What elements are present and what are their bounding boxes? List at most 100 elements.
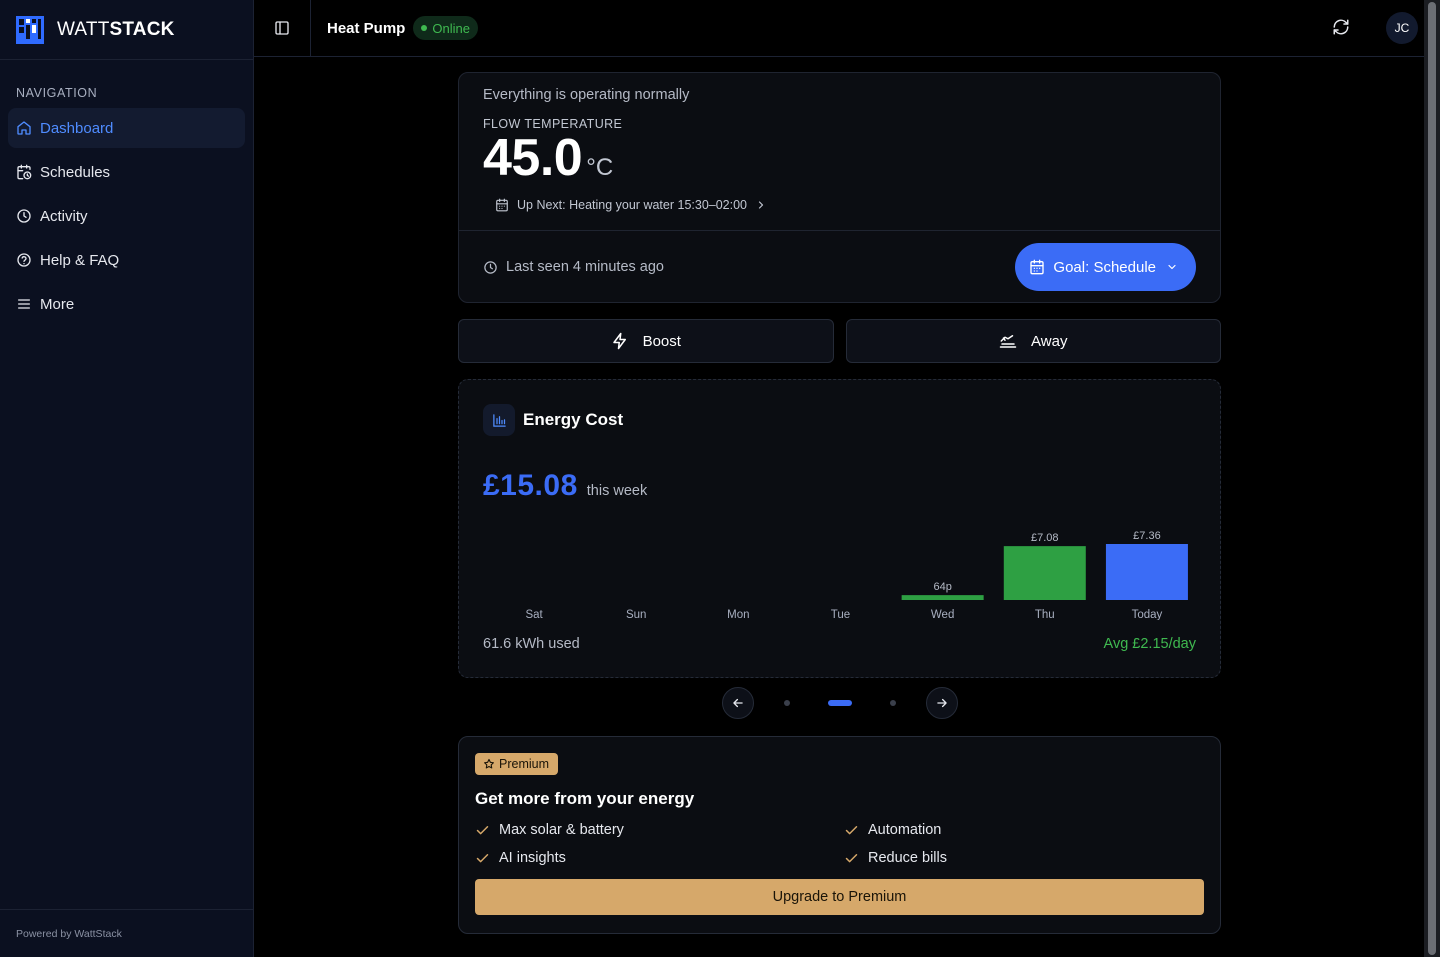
weekly-cost-period: this week (586, 483, 648, 499)
calendar-clock-icon (16, 164, 32, 180)
data-label-today: £7.36 (1133, 530, 1161, 542)
feature-item: Reduce bills (844, 849, 1204, 867)
sidebar-item-label: Help & FAQ (40, 251, 120, 269)
premium-badge-label: Premium (499, 757, 550, 771)
up-next-link[interactable]: Up Next: Heating your water 15:30–02:00 (495, 198, 1196, 212)
feature-label: Automation (868, 822, 942, 838)
feature-label: Reduce bills (868, 850, 947, 866)
premium-badge: Premium (475, 753, 559, 775)
sidebar-item-more[interactable]: More (8, 284, 245, 324)
energy-used: 61.6 kWh used (483, 636, 580, 652)
sidebar-item-help[interactable]: Help & FAQ (8, 240, 245, 280)
premium-features: Max solar & battery Automation AI insigh… (475, 821, 1204, 867)
bar-chart-icon (483, 404, 515, 436)
status-dot-icon (421, 25, 428, 31)
weekly-cost-value: £15.08 (483, 469, 578, 502)
panel-left-icon (275, 21, 289, 35)
feature-item: AI insights (475, 849, 844, 867)
goal-dropdown-button[interactable]: Goal: Schedule (1015, 243, 1196, 291)
feature-label: Max solar & battery (499, 822, 624, 838)
topbar: Heat Pump Online JC (254, 0, 1440, 57)
app: WATTSTACK NAVIGATION Dashboard Schedules (0, 0, 1440, 957)
pager-dots (783, 700, 896, 706)
boost-button[interactable]: Boost (458, 319, 834, 363)
next-card-button[interactable] (925, 687, 958, 719)
tick-label-sun: Sun (626, 609, 646, 620)
away-button[interactable]: Away (845, 319, 1221, 363)
sidebar-footer: Powered by WattStack (0, 909, 253, 957)
data-label-wed: 64p (933, 581, 951, 593)
energy-cost-footer: 61.6 kWh used Avg £2.15/day (483, 636, 1196, 652)
calendar-icon (1029, 259, 1045, 275)
sidebar: WATTSTACK NAVIGATION Dashboard Schedules (0, 0, 254, 957)
lightning-icon (611, 332, 629, 350)
quick-actions: Boost Away (458, 319, 1221, 363)
weekly-cost: £15.08 this week (483, 469, 1196, 503)
data-label-thu: £7.08 (1031, 532, 1059, 544)
flow-temperature-label: FLOW TEMPERATURE (483, 117, 623, 131)
temperature-readout: 45.0 °C (483, 132, 1196, 184)
status-card-bottom: Last seen 4 minutes ago Goal: Schedule (459, 231, 1220, 303)
up-next-text: Up Next: Heating your water 15:30–02:00 (517, 198, 747, 212)
tick-label-today: Today (1132, 609, 1163, 620)
chevron-right-icon (755, 199, 767, 211)
sidebar-item-activity[interactable]: Activity (8, 196, 245, 236)
refresh-button[interactable] (1332, 18, 1352, 38)
scrollbar-thumb[interactable] (1428, 2, 1436, 955)
pager-dot-active[interactable] (827, 700, 852, 706)
last-seen-text: Last seen 4 minutes ago (506, 259, 664, 275)
nav-section-title: NAVIGATION (16, 86, 98, 100)
dashboard-content: Everything is operating normally FLOW TE… (458, 72, 1221, 934)
card-pager (458, 686, 1221, 720)
temperature-value: 45.0 (483, 129, 583, 187)
status-badge: Online (413, 16, 478, 40)
page-scrollbar[interactable] (1424, 0, 1440, 957)
feature-item: Automation (844, 821, 1204, 839)
pager-dot[interactable] (889, 700, 896, 706)
goal-label: Goal: Schedule (1053, 258, 1156, 276)
check-icon (844, 823, 859, 838)
pager-dot[interactable] (783, 700, 790, 706)
sidebar-nav: Dashboard Schedules Activity Help & FAQ (0, 108, 253, 328)
premium-title: Get more from your energy (475, 789, 695, 808)
tick-label-wed: Wed (931, 609, 954, 620)
sidebar-item-label: Schedules (40, 163, 111, 181)
sidebar-toggle-button[interactable] (254, 0, 311, 56)
avatar[interactable]: JC (1386, 12, 1418, 44)
sidebar-item-label: Dashboard (40, 119, 114, 137)
feature-label: AI insights (499, 850, 566, 866)
chevron-down-icon (1166, 261, 1178, 273)
sidebar-item-schedules[interactable]: Schedules (8, 152, 245, 192)
sidebar-item-label: Activity (40, 207, 88, 225)
brand-name: WATTSTACK (57, 19, 175, 41)
status-badge-label: Online (432, 20, 470, 36)
previous-card-button[interactable] (721, 687, 754, 719)
check-icon (844, 851, 859, 866)
home-icon (16, 120, 32, 136)
tick-label-thu: Thu (1035, 609, 1055, 620)
refresh-icon (1333, 19, 1349, 35)
brand-name-regular: WATT (57, 18, 110, 40)
star-icon (483, 758, 495, 770)
operating-status-text: Everything is operating normally (483, 87, 690, 103)
energy-cost-title: Energy Cost (523, 410, 624, 429)
feature-item: Max solar & battery (475, 821, 844, 839)
page-title: Heat Pump (327, 19, 406, 37)
sidebar-item-dashboard[interactable]: Dashboard (8, 108, 245, 148)
bar-wed (901, 595, 984, 600)
menu-icon (16, 296, 32, 312)
energy-cost-card: Energy Cost £15.08 this week Sat Sun Mon Tu… (458, 379, 1221, 678)
bar-today (1105, 544, 1188, 600)
bar-thu (1003, 546, 1086, 600)
main-area: Heat Pump Online JC Everything is operat… (254, 0, 1440, 957)
last-seen: Last seen 4 minutes ago (483, 259, 664, 275)
tick-label-mon: Mon (727, 609, 749, 620)
away-label: Away (1031, 332, 1068, 350)
calendar-icon (495, 198, 509, 212)
arrow-right-icon (936, 698, 947, 708)
energy-cost-header: Energy Cost (483, 404, 1196, 436)
check-icon (475, 823, 490, 838)
sidebar-item-label: More (40, 295, 75, 313)
brand[interactable]: WATTSTACK (0, 0, 253, 60)
upgrade-premium-button[interactable]: Upgrade to Premium (475, 879, 1204, 915)
